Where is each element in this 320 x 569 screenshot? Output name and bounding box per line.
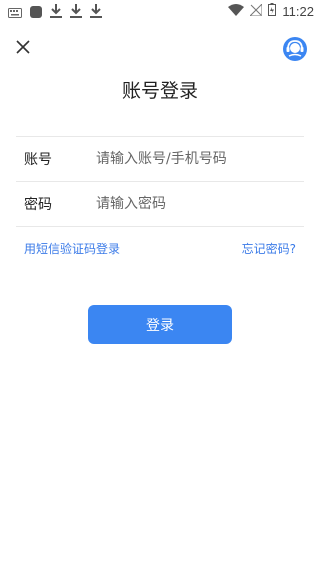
password-row: 密码 [16,181,304,227]
customer-service-button[interactable] [282,36,308,62]
battery-icon [268,3,277,20]
status-time: 11:22 [282,4,314,19]
account-row: 账号 [16,136,304,181]
login-button[interactable]: 登录 [88,305,232,344]
download-icon [70,3,82,22]
close-icon [16,40,30,54]
sms-login-link[interactable]: 用短信验证码登录 [24,240,120,257]
keyboard-icon [8,3,22,22]
wifi-icon [228,3,245,20]
page-title: 账号登录 [121,80,198,102]
login-form: 账号 密码 [16,136,304,227]
password-label: 密码 [24,197,52,213]
close-button[interactable] [12,36,34,58]
no-signal-icon [249,2,263,20]
account-label: 账号 [24,152,52,168]
download-icon [90,3,102,22]
app-icon [30,3,42,22]
forgot-password-link[interactable]: 忘记密码? [242,240,296,257]
customer-service-icon [283,37,307,61]
auth-links: 用短信验证码登录 忘记密码? [24,240,296,257]
account-input[interactable] [94,150,304,168]
password-input[interactable] [94,195,304,213]
status-bar: 11:22 [0,0,320,24]
download-icon [50,3,62,22]
